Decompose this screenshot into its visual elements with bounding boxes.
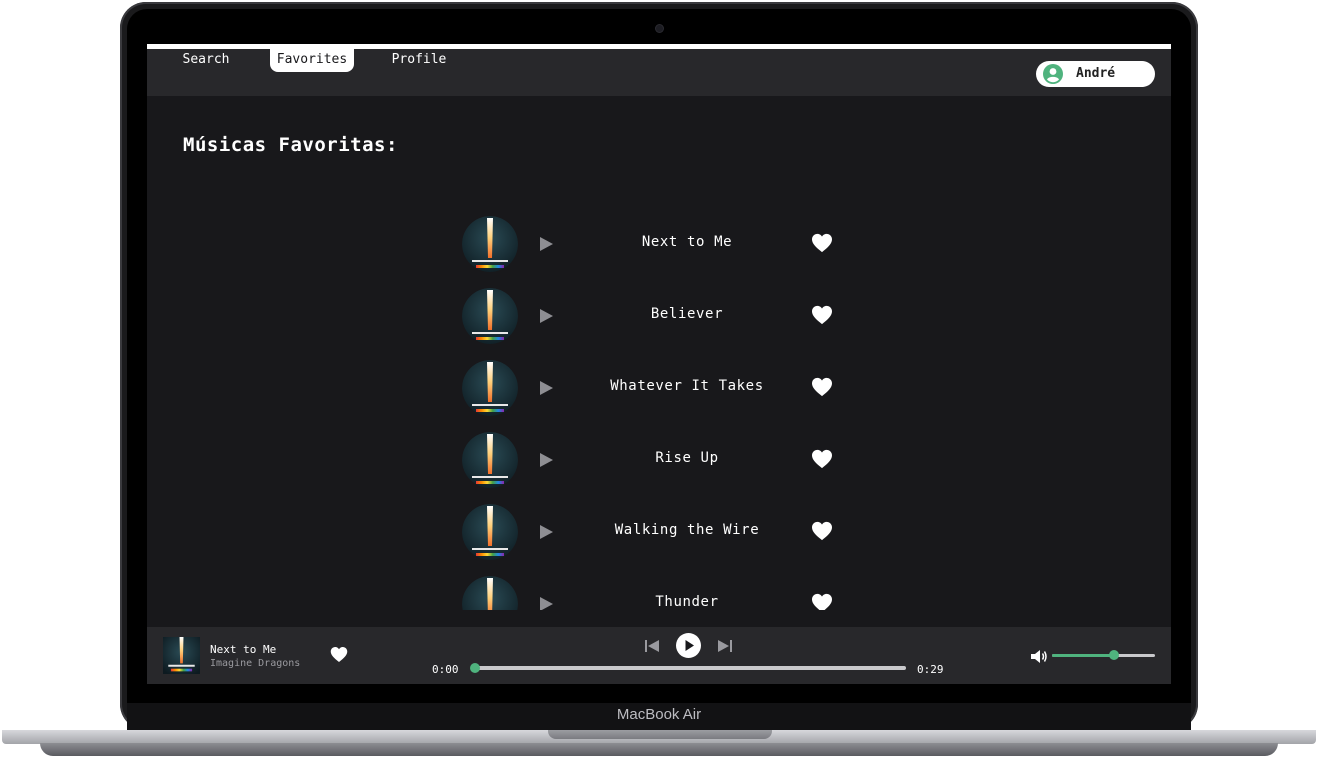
song-row: Whatever It Takes xyxy=(147,358,1171,418)
tab-search[interactable]: Search xyxy=(168,49,244,72)
prev-icon[interactable] xyxy=(644,639,660,653)
now-playing-title: Next to Me xyxy=(210,643,277,656)
song-row: Walking the Wire xyxy=(147,502,1171,562)
next-icon[interactable] xyxy=(717,639,733,653)
album-cover xyxy=(462,360,518,416)
play-icon[interactable] xyxy=(538,308,554,324)
play-icon[interactable] xyxy=(538,596,554,610)
play-icon[interactable] xyxy=(538,452,554,468)
now-playing-artist: Imagine Dragons xyxy=(210,658,301,669)
current-time: 0:00 xyxy=(432,663,459,676)
camera-dot xyxy=(656,25,663,32)
song-title: Walking the Wire xyxy=(614,522,760,538)
user-name: André xyxy=(1076,66,1116,81)
song-title: Whatever It Takes xyxy=(610,378,764,394)
volume-icon[interactable] xyxy=(1030,649,1048,664)
play-icon[interactable] xyxy=(538,380,554,396)
top-navbar: Search Favorites Profile André xyxy=(147,49,1171,96)
volume-slider[interactable] xyxy=(1052,650,1155,660)
album-cover xyxy=(462,576,518,610)
song-row: Believer xyxy=(147,286,1171,346)
heart-icon[interactable] xyxy=(811,233,833,253)
heart-icon[interactable] xyxy=(811,593,833,610)
volume-handle[interactable] xyxy=(1108,650,1119,660)
album-cover xyxy=(462,432,518,488)
user-profile-button[interactable]: André xyxy=(1036,61,1155,87)
album-cover xyxy=(462,504,518,560)
song-title: Thunder xyxy=(655,594,719,610)
song-title: Believer xyxy=(650,306,724,322)
song-title: Next to Me xyxy=(641,234,733,250)
favorites-list: Next to Me Believer Whatever It Takes Ri… xyxy=(147,214,1171,610)
heart-icon[interactable] xyxy=(811,305,833,325)
song-row: Thunder xyxy=(147,574,1171,610)
play-icon[interactable] xyxy=(538,524,554,540)
heart-icon[interactable] xyxy=(811,449,833,469)
tab-profile[interactable]: Profile xyxy=(379,49,459,72)
volume-fill xyxy=(1052,654,1114,657)
now-playing-cover xyxy=(163,637,200,674)
album-cover xyxy=(462,288,518,344)
song-row: Rise Up xyxy=(147,430,1171,490)
app-screen: Search Favorites Profile André Músicas F… xyxy=(147,44,1171,684)
total-time: 0:29 xyxy=(917,663,944,676)
heart-icon[interactable] xyxy=(330,646,348,663)
album-cover xyxy=(462,216,518,272)
tab-favorites[interactable]: Favorites xyxy=(270,49,354,72)
heart-icon[interactable] xyxy=(811,521,833,541)
play-icon[interactable] xyxy=(538,236,554,252)
progress-slider[interactable] xyxy=(470,663,906,673)
user-icon xyxy=(1043,64,1063,84)
page-title: Músicas Favoritas: xyxy=(183,134,398,156)
song-title: Rise Up xyxy=(655,450,719,466)
play-pause-icon[interactable] xyxy=(676,633,701,658)
song-row: Next to Me xyxy=(147,214,1171,274)
laptop-hinge-notch xyxy=(548,730,772,739)
player-bar: Next to Me Imagine Dragons 0:00 0:29 xyxy=(147,627,1171,684)
device-brand-label: MacBook Air xyxy=(616,706,702,723)
laptop-base-bottom xyxy=(40,743,1278,756)
progress-handle[interactable] xyxy=(470,663,480,673)
heart-icon[interactable] xyxy=(811,377,833,397)
